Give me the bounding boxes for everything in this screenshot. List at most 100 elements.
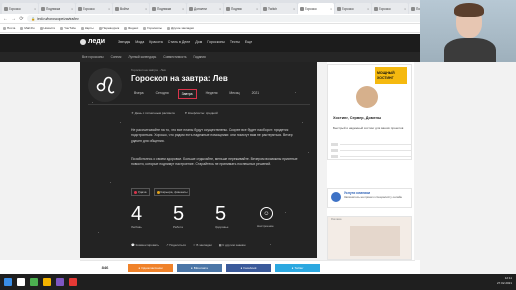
nav-item[interactable]: Мода xyxy=(135,40,144,44)
browser-tab[interactable]: Подпис× xyxy=(224,3,260,14)
share-link[interactable]: ↗ Поделиться xyxy=(166,243,186,247)
bookmark-item[interactable]: Карты xyxy=(80,26,94,30)
webcam-person-hair xyxy=(454,3,484,17)
browser-tab[interactable]: Гороско × xyxy=(372,3,408,14)
tab-tomorrow[interactable]: Завтра xyxy=(177,89,197,99)
nav-item[interactable]: Звезды xyxy=(118,40,130,44)
vk-icon: ● xyxy=(190,265,193,270)
bookmark-item[interactable]: Другие закладки xyxy=(166,26,194,30)
app-icon[interactable] xyxy=(56,278,64,286)
close-tab-icon[interactable]: × xyxy=(145,7,147,11)
favicon-icon xyxy=(300,6,304,11)
tab-today[interactable]: Сегодня xyxy=(153,89,172,99)
star-dot xyxy=(295,92,296,93)
close-tab-icon[interactable]: × xyxy=(330,7,332,11)
browser-tab[interactable]: Гороско × xyxy=(2,3,38,14)
browser-tab[interactable]: Дополни × xyxy=(187,3,223,14)
share-bar: 846 ● Одноклассники ● ВКонтакте ● Facebook … xyxy=(80,260,415,274)
browser-tab-active[interactable]: Гороско × xyxy=(298,3,334,14)
nav-item[interactable]: Дом xyxy=(195,40,202,44)
close-tab-icon[interactable]: × xyxy=(293,7,295,11)
bookmark-item[interactable]: Mail.Ru xyxy=(20,26,35,30)
twitter-icon: ● xyxy=(291,265,294,270)
horoscope-text: Не рассчитывайте на то, что все планы бу… xyxy=(131,128,293,143)
share-ok-button[interactable]: ● Одноклассники xyxy=(128,263,173,272)
forward-arrow-icon[interactable]: → xyxy=(11,16,16,22)
bookmark-icon xyxy=(3,26,6,30)
bookmark-item[interactable]: Переводчик xyxy=(98,26,119,30)
close-tab-icon[interactable]: × xyxy=(404,7,406,11)
tab-yesterday[interactable]: Вчера xyxy=(131,89,147,99)
tab-week[interactable]: Неделя xyxy=(203,89,221,99)
browser-tab[interactable]: Войти × xyxy=(113,3,149,14)
ad-list-row xyxy=(331,148,411,152)
subnav-item[interactable]: Лунный календарь xyxy=(128,55,156,59)
site-logo[interactable]: леди xyxy=(80,38,105,45)
rating-mood: ☺ Настроение xyxy=(257,204,283,229)
ad-list-row xyxy=(331,142,411,146)
bookmark-item[interactable]: Новости xyxy=(39,26,55,30)
other-signs-link[interactable]: ▦ К другим знакам xyxy=(219,243,246,247)
start-icon[interactable] xyxy=(4,278,12,286)
bookmark-item[interactable]: YouTube xyxy=(60,26,76,30)
close-tab-icon[interactable]: × xyxy=(108,7,110,11)
share-vk-button[interactable]: ● ВКонтакте xyxy=(177,263,222,272)
close-tab-icon[interactable]: × xyxy=(34,7,36,11)
bookmark-item[interactable]: Гороскопы xyxy=(143,26,162,30)
bookmark-item[interactable]: Яндекс xyxy=(124,26,138,30)
share-facebook-button[interactable]: ● Facebook xyxy=(226,263,271,272)
rating-love: 4 Любовь xyxy=(131,203,143,229)
thumb-icon xyxy=(331,142,338,146)
leo-glyph-icon xyxy=(96,76,115,94)
tab-month[interactable]: Месяц xyxy=(226,89,242,99)
thumb-icon xyxy=(331,154,338,158)
star-dot xyxy=(308,152,309,153)
day-tabs: Вчера Сегодня Завтра Неделя Месяц 2021 xyxy=(131,89,262,99)
browser-tab[interactable]: Гороско × xyxy=(76,3,112,14)
nav-item[interactable]: Красота xyxy=(149,40,162,44)
star-dot xyxy=(110,182,111,183)
search-icon[interactable] xyxy=(17,278,25,286)
close-tab-icon[interactable]: × xyxy=(219,7,221,11)
close-tab-icon[interactable]: × xyxy=(367,7,369,11)
smile-icon: ☺ xyxy=(260,207,273,220)
ad-badge: МОЩНЫЙ ХОСТИНГ xyxy=(375,67,407,84)
browser-tab[interactable]: Гороско × xyxy=(335,3,371,14)
nav-item[interactable]: Стиль в Деле xyxy=(168,40,191,44)
nav-item[interactable]: Тесты xyxy=(230,40,240,44)
ad-headline[interactable]: Хостинг, Сервер, Домены xyxy=(333,116,409,121)
tag-luck[interactable]: Удача xyxy=(131,188,150,196)
subnav-item[interactable]: Все гороскопы xyxy=(82,55,104,59)
url-input[interactable]: 🔒 ledi.ru/horoscope/zavtra/lev xyxy=(27,15,447,22)
favicon-icon xyxy=(337,6,341,11)
bookmark-icon xyxy=(124,26,128,30)
subnav-item[interactable]: Сонник xyxy=(111,55,122,59)
tab-year[interactable]: 2021 xyxy=(249,89,263,99)
browser-tab[interactable]: Подписки × xyxy=(150,3,186,14)
bookmark-link[interactable]: ☆ В закладки xyxy=(193,243,212,247)
share-twitter-button[interactable]: ● Twitter xyxy=(275,263,320,272)
close-tab-icon[interactable]: × xyxy=(182,7,184,11)
comment-link[interactable]: 💬 Комментировать xyxy=(131,243,159,247)
folder-icon[interactable] xyxy=(43,278,51,286)
close-tab-icon[interactable]: × xyxy=(71,7,73,11)
star-dot xyxy=(98,232,99,233)
favicon-icon xyxy=(263,6,267,11)
tag-career[interactable]: Карьера, финансы xyxy=(153,188,191,196)
rating-work: 5 Работа xyxy=(173,203,185,229)
nav-item[interactable]: Еще xyxy=(245,40,252,44)
bookmark-item[interactable]: Почта xyxy=(3,26,15,30)
browser-tab[interactable]: Twitch × xyxy=(261,3,297,14)
browser-tab[interactable]: Подписка × xyxy=(39,3,75,14)
subnav-item[interactable]: Совместимость xyxy=(163,55,186,59)
back-arrow-icon[interactable]: ← xyxy=(3,16,8,22)
chrome-icon[interactable] xyxy=(30,278,38,286)
subnav-item[interactable]: Гадания xyxy=(194,55,206,59)
action-links: 💬 Комментировать ↗ Поделиться ☆ В заклад… xyxy=(131,243,245,247)
star-dot xyxy=(285,212,286,213)
reload-icon[interactable]: ⟳ xyxy=(19,16,24,22)
close-tab-icon[interactable]: × xyxy=(256,7,258,11)
favicon-icon xyxy=(152,6,156,11)
nav-item[interactable]: Гороскопы xyxy=(207,40,225,44)
app-icon[interactable] xyxy=(69,278,77,286)
